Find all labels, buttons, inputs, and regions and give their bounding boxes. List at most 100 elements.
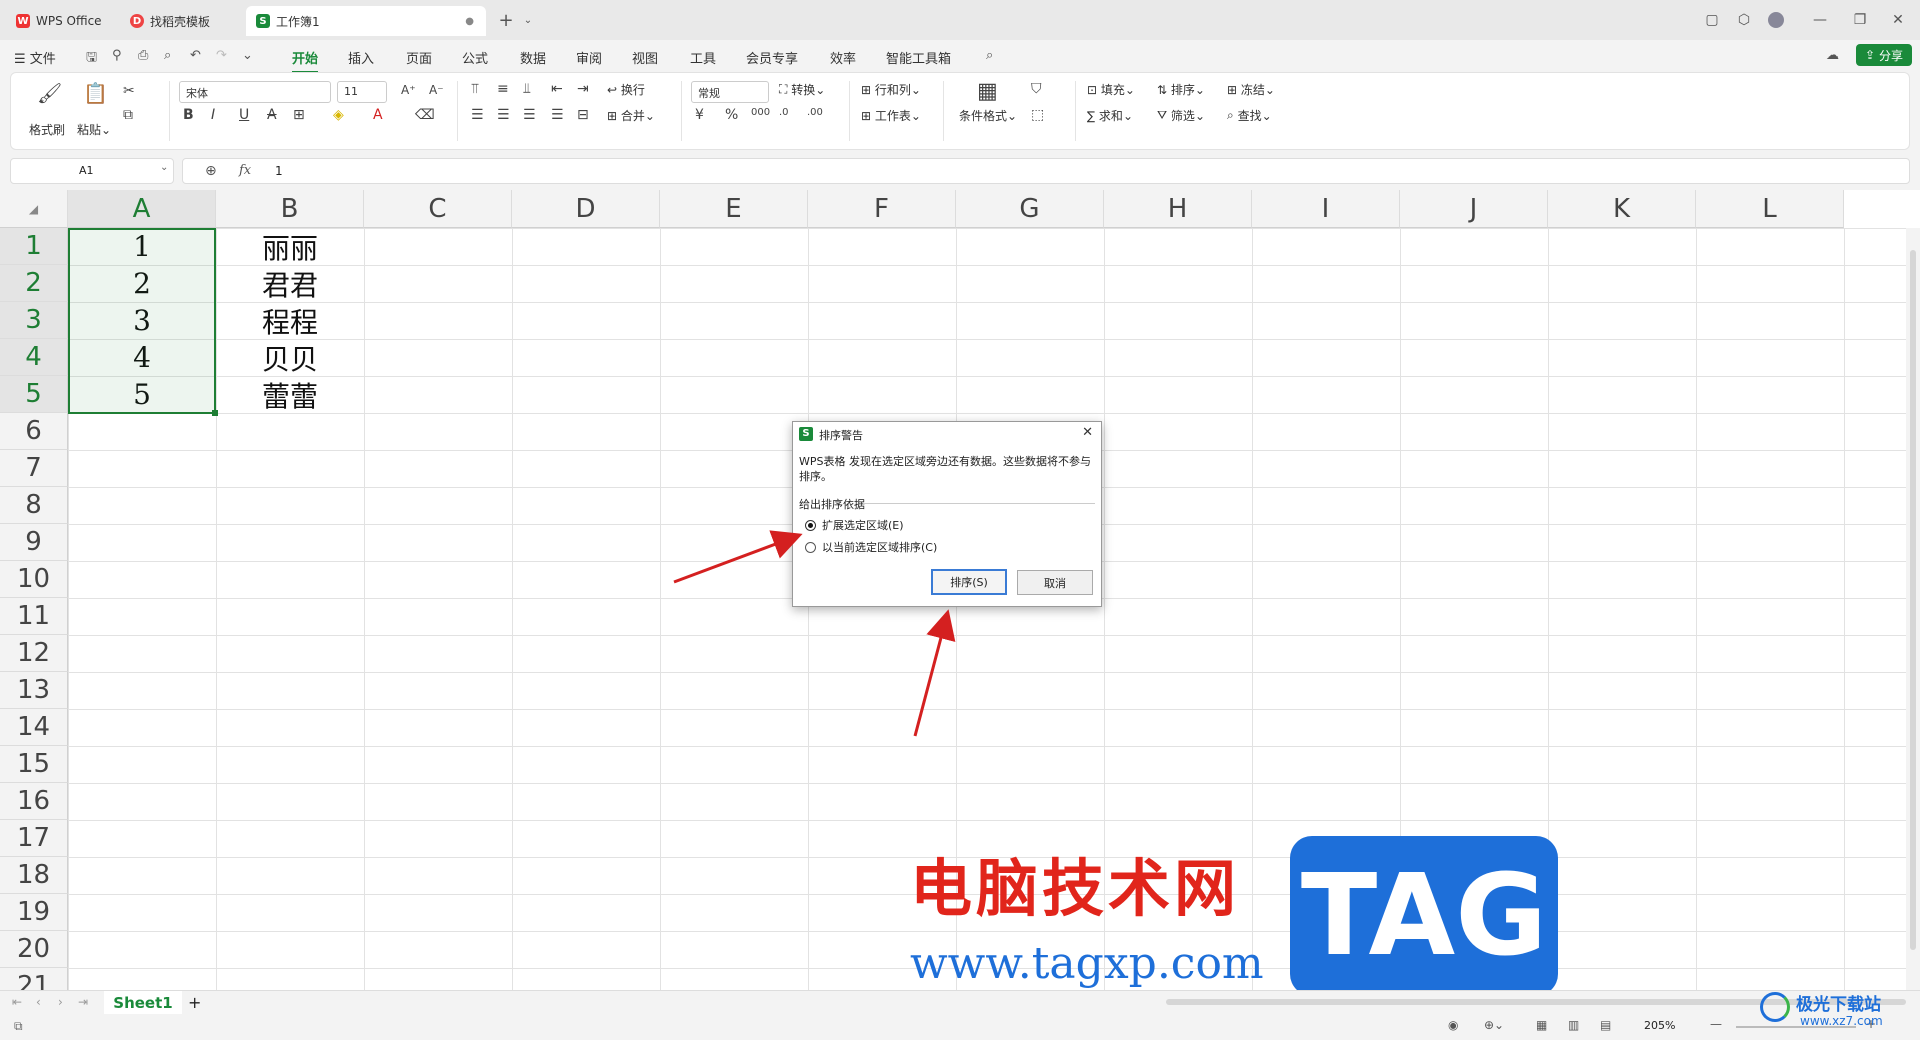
cell-b4[interactable]: 贝贝 (216, 339, 364, 376)
font-color-icon[interactable]: A (373, 107, 383, 123)
sort-button[interactable]: ⇅ 排序 ⌄ (1157, 81, 1205, 98)
link-icon[interactable]: ⚲ (112, 48, 122, 63)
number-format-select[interactable]: 常规 (691, 81, 769, 103)
cell-border-icon[interactable]: ⬚ (1031, 107, 1044, 123)
cell-b2[interactable]: 君君 (216, 265, 364, 302)
row-header[interactable]: 13 (0, 672, 68, 709)
focus-mode-icon[interactable]: ⊕⌄ (1484, 1018, 1504, 1032)
paste-icon[interactable]: 📋 (83, 81, 108, 105)
indent-decrease-icon[interactable]: ⇤ (551, 81, 563, 97)
currency-icon[interactable]: ¥ (695, 107, 704, 123)
row-header[interactable]: 12 (0, 635, 68, 672)
format-painter-button[interactable]: 格式刷 (29, 121, 65, 138)
column-header[interactable]: F (808, 190, 956, 228)
copy-icon[interactable]: ⧉ (123, 107, 133, 123)
vertical-scroll-thumb[interactable] (1910, 250, 1916, 950)
row-header[interactable]: 8 (0, 487, 68, 524)
menu-review[interactable]: 审阅 (576, 48, 602, 67)
border-icon[interactable]: ⊞ (293, 107, 305, 123)
find-button[interactable]: ⌕ 查找 ⌄ (1227, 107, 1272, 124)
cell-b3[interactable]: 程程 (216, 302, 364, 339)
thousands-icon[interactable]: 000 (751, 107, 770, 118)
indent-increase-icon[interactable]: ⇥ (577, 81, 589, 97)
row-header[interactable]: 9 (0, 524, 68, 561)
column-header[interactable]: K (1548, 190, 1696, 228)
row-header[interactable]: 1 (0, 228, 68, 265)
column-header[interactable]: J (1400, 190, 1548, 228)
select-all-corner[interactable]: ◢ (0, 190, 68, 228)
cell-style-icon[interactable]: ⛉ (1031, 81, 1042, 97)
file-menu[interactable]: ☰ 文件 (14, 48, 56, 67)
conditional-format-icon[interactable]: ▦ (977, 79, 998, 104)
first-sheet-icon[interactable]: ⇤ (12, 995, 22, 1009)
italic-icon[interactable]: I (211, 107, 215, 123)
tab-workbook1[interactable]: S 工作簿1 ● (246, 6, 486, 36)
underline-icon[interactable]: U (239, 107, 249, 123)
last-sheet-icon[interactable]: ⇥ (78, 995, 88, 1009)
radio-unselected[interactable] (805, 541, 816, 553)
menu-tools[interactable]: 工具 (690, 48, 716, 67)
row-col-button[interactable]: ⊞ 行和列 ⌄ (861, 81, 921, 98)
close-icon[interactable]: ✕ (1082, 425, 1093, 440)
fill-handle[interactable] (212, 410, 218, 416)
worksheet-button[interactable]: ⊞ 工作表 ⌄ (861, 107, 921, 124)
font-family-select[interactable]: 宋体 (179, 81, 331, 103)
save-icon[interactable]: 🖫 (86, 48, 97, 70)
percent-icon[interactable]: % (725, 107, 738, 123)
close-window-icon[interactable]: ✕ (1886, 8, 1910, 32)
strikethrough-icon[interactable]: A (267, 107, 277, 123)
macro-icon[interactable]: ⧉ (14, 1019, 23, 1034)
align-right-icon[interactable]: ☰ (523, 107, 536, 123)
fill-color-icon[interactable]: ◈ (333, 107, 344, 123)
row-header[interactable]: 14 (0, 709, 68, 746)
row-header[interactable]: 4 (0, 339, 68, 376)
cell-b1[interactable]: 丽丽 (216, 228, 364, 265)
align-top-icon[interactable]: ⫪ (471, 81, 479, 97)
filter-button[interactable]: ⛛ 筛选 ⌄ (1157, 107, 1205, 124)
row-header[interactable]: 7 (0, 450, 68, 487)
clear-format-icon[interactable]: ⌫ (415, 107, 435, 123)
cell-b5[interactable]: 蕾蕾 (216, 376, 364, 413)
sort-button[interactable]: 排序(S) (931, 569, 1007, 595)
conditional-format-button[interactable]: 条件格式 ⌄ (959, 107, 1017, 124)
window-layout-icon[interactable]: ▢ (1700, 8, 1724, 32)
page-layout-view-icon[interactable]: ▥ (1568, 1018, 1579, 1032)
bold-icon[interactable]: B (183, 107, 194, 123)
redo-icon[interactable]: ↷ (216, 48, 227, 63)
increase-decimal-icon[interactable]: .0 (779, 107, 789, 118)
row-header[interactable]: 19 (0, 894, 68, 931)
eye-protection-icon[interactable]: ◉ (1448, 1018, 1458, 1032)
new-tab-button[interactable]: + (494, 8, 518, 32)
decrease-decimal-icon[interactable]: .00 (807, 107, 823, 118)
vertical-scrollbar[interactable] (1906, 228, 1920, 990)
add-sheet-button[interactable]: + (188, 993, 201, 1012)
row-header[interactable]: 11 (0, 598, 68, 635)
distribute-icon[interactable]: ⊟ (577, 107, 589, 123)
format-painter-icon[interactable]: 🖌 (37, 81, 62, 105)
menu-formula[interactable]: 公式 (462, 48, 488, 67)
name-box-chevron-icon[interactable]: ⌄ (160, 162, 168, 173)
restore-icon[interactable]: ❐ (1848, 8, 1872, 32)
increase-font-icon[interactable]: A⁺ (401, 83, 416, 97)
zoom-formula-icon[interactable]: ⊕ (205, 163, 217, 179)
tab-docer-templates[interactable]: D 找稻壳模板 (120, 6, 240, 36)
row-header[interactable]: 2 (0, 265, 68, 302)
row-header[interactable]: 15 (0, 746, 68, 783)
sheet-tab-sheet1[interactable]: Sheet1 (104, 991, 182, 1015)
convert-button[interactable]: ⛶ 转换 ⌄ (779, 81, 825, 98)
cube-icon[interactable]: ⬡ (1732, 8, 1756, 32)
search-icon[interactable]: ⌕ (986, 48, 993, 63)
option-current-selection[interactable]: 以当前选定区域排序(C) (805, 539, 937, 555)
cloud-icon[interactable]: ☁ (1826, 48, 1839, 63)
column-header[interactable]: C (364, 190, 512, 228)
column-header[interactable]: G (956, 190, 1104, 228)
menu-smart-toolbox[interactable]: 智能工具箱 (886, 48, 951, 67)
column-header[interactable]: A (68, 190, 216, 228)
menu-home[interactable]: 开始 (292, 48, 319, 73)
menu-page[interactable]: 页面 (406, 48, 432, 67)
row-header[interactable]: 16 (0, 783, 68, 820)
align-center-icon[interactable]: ☰ (497, 107, 510, 123)
paste-button[interactable]: 粘贴 ⌄ (77, 121, 111, 138)
column-header[interactable]: L (1696, 190, 1844, 228)
column-header[interactable]: I (1252, 190, 1400, 228)
